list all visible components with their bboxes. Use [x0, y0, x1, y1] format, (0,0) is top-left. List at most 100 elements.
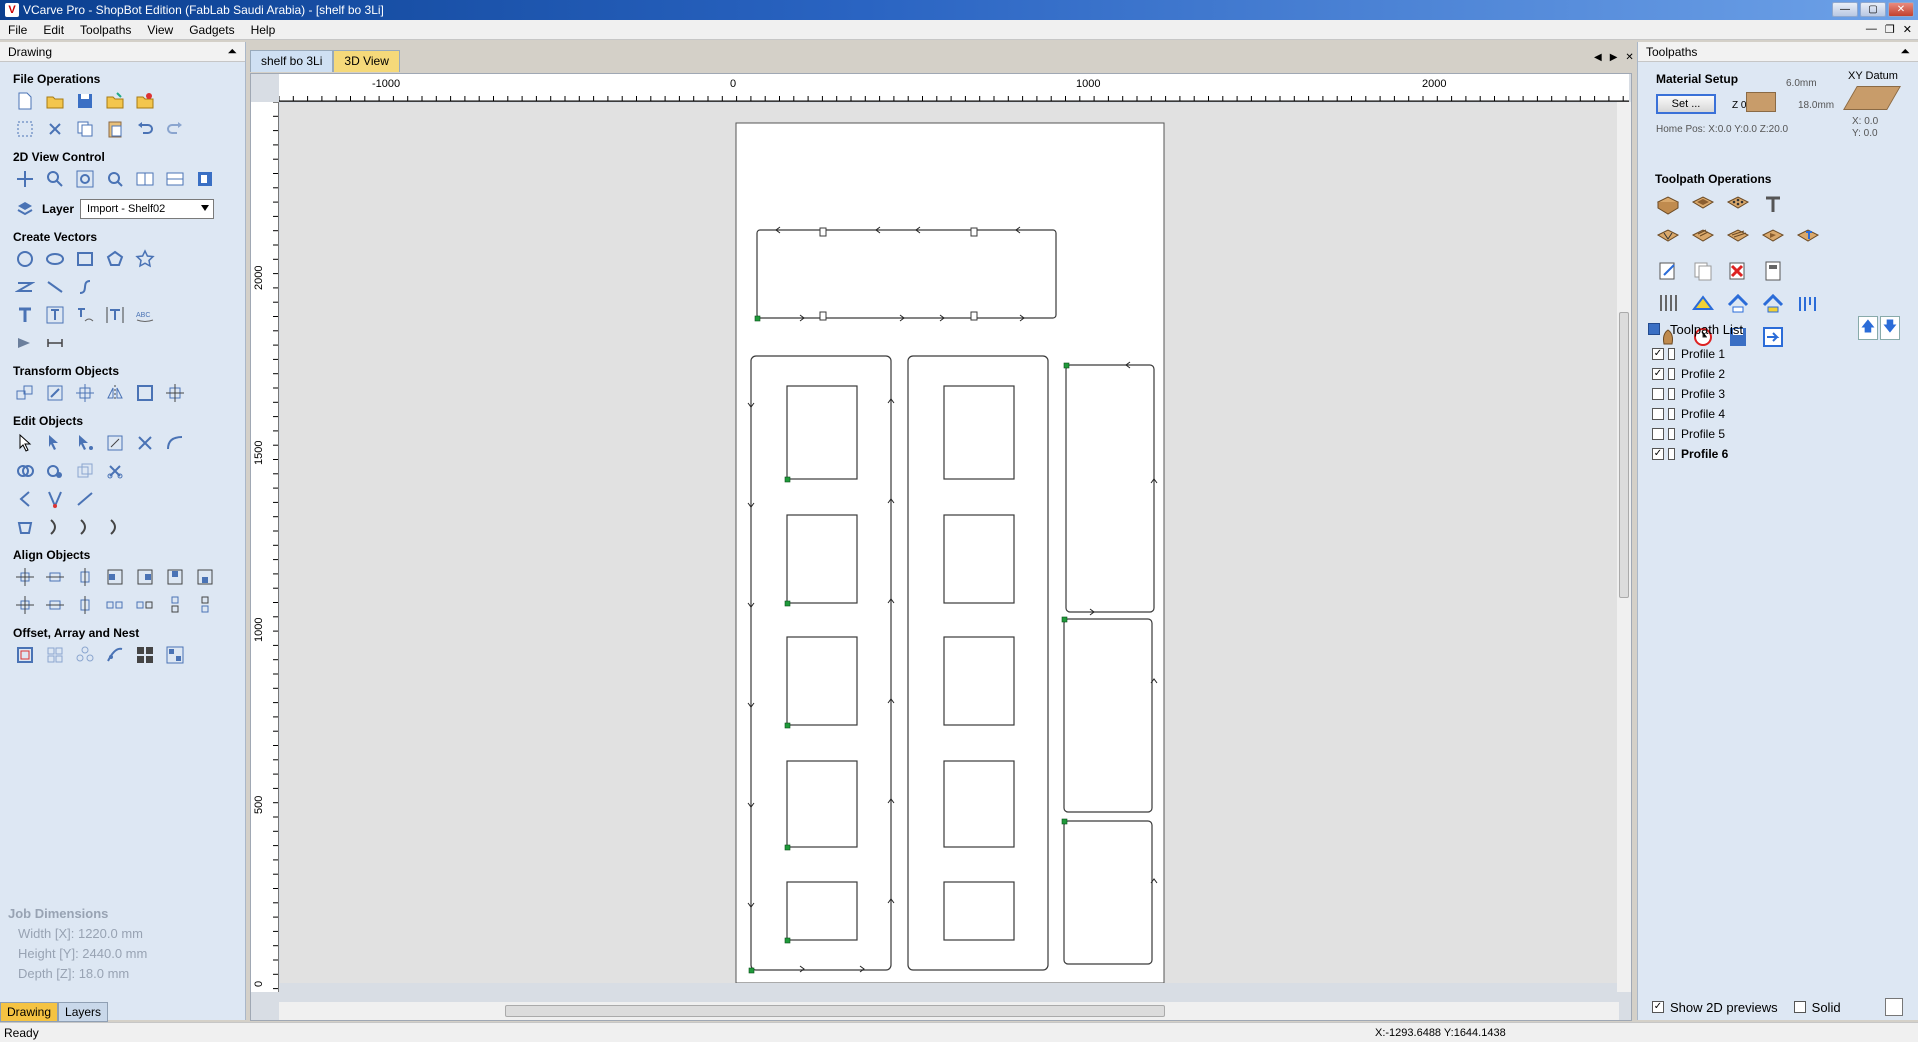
circular-array-icon[interactable] — [74, 644, 96, 666]
distribute-bottom-icon[interactable] — [194, 594, 216, 616]
smooth-curve-icon[interactable] — [74, 488, 96, 510]
line-icon[interactable] — [44, 276, 66, 298]
fillet-icon[interactable] — [164, 432, 186, 454]
tab-drawing[interactable]: Drawing — [0, 1002, 59, 1022]
import-vectors-icon[interactable] — [104, 90, 126, 112]
toolpath-visibility-checkbox[interactable] — [1652, 428, 1664, 440]
delete-toolpath-icon[interactable] — [1724, 258, 1752, 284]
inlay-toolpath-icon[interactable] — [1759, 225, 1787, 251]
select-all-icon[interactable] — [14, 118, 36, 140]
drawing-canvas[interactable] — [280, 103, 1618, 983]
offset-icon[interactable] — [14, 644, 36, 666]
vertical-scrollbar[interactable] — [1617, 102, 1631, 992]
toolpath-visibility-checkbox[interactable]: ✓ — [1652, 348, 1664, 360]
horizontal-scrollbar[interactable] — [279, 1002, 1619, 1020]
view-3d-icon[interactable] — [194, 168, 216, 190]
shelf-drawing[interactable] — [280, 103, 1618, 983]
toolpath-visibility-checkbox[interactable]: ✓ — [1652, 448, 1664, 460]
menu-view[interactable]: View — [139, 23, 181, 37]
toolpath-item[interactable]: Profile 3 — [1652, 384, 1910, 404]
weld-icon[interactable] — [14, 460, 36, 482]
ellipse-icon[interactable] — [44, 248, 66, 270]
menu-help[interactable]: Help — [243, 23, 284, 37]
mdi-minimize-button[interactable]: — — [1866, 23, 1877, 36]
doc-close-icon[interactable]: ✕ — [1625, 52, 1633, 63]
transform-select-icon[interactable] — [74, 432, 96, 454]
text-box-icon[interactable] — [44, 304, 66, 326]
polygon-icon[interactable] — [104, 248, 126, 270]
draw-bitmap-icon[interactable] — [14, 332, 36, 354]
align-vertical-center-icon[interactable] — [74, 566, 96, 588]
save-icon[interactable] — [74, 90, 96, 112]
toolpath-item[interactable]: ✓ Profile 6 — [1652, 444, 1910, 464]
tab-next-icon[interactable]: ▶ — [1610, 52, 1618, 63]
quick-engrave-icon[interactable] — [1759, 192, 1787, 218]
toolpath-visibility-checkbox[interactable] — [1652, 388, 1664, 400]
pan-icon[interactable] — [14, 168, 36, 190]
template-toolpath-icon[interactable] — [1689, 291, 1717, 317]
scale-icon[interactable] — [44, 382, 66, 404]
rotate-icon[interactable] — [74, 382, 96, 404]
save-toolpath-template-icon[interactable] — [1759, 291, 1787, 317]
tool-order-icon[interactable] — [1794, 291, 1822, 317]
arc-icon[interactable] — [14, 488, 36, 510]
merge-toolpath-icon[interactable] — [1724, 291, 1752, 317]
edit-toolpath-icon[interactable] — [1654, 258, 1682, 284]
copy-along-vector-icon[interactable] — [104, 644, 126, 666]
delete-objects-icon[interactable] — [134, 432, 156, 454]
undo-icon[interactable] — [134, 118, 156, 140]
tab-3d-view[interactable]: 3D View — [333, 50, 400, 72]
distort-icon[interactable] — [134, 382, 156, 404]
offset-vector-icon[interactable] — [104, 516, 126, 538]
align-top-icon[interactable] — [164, 566, 186, 588]
material-set-button[interactable]: Set ... — [1656, 94, 1716, 114]
circle-icon[interactable] — [14, 248, 36, 270]
text-abc-icon[interactable]: ABC — [134, 304, 156, 326]
vertical-scroll-thumb[interactable] — [1619, 312, 1629, 598]
menu-gadgets[interactable]: Gadgets — [181, 23, 242, 37]
toolpath-item[interactable]: Profile 5 — [1652, 424, 1910, 444]
move-up-icon[interactable]: 🡅 — [1858, 316, 1878, 340]
nest-parts-icon[interactable] — [134, 644, 156, 666]
polyline-icon[interactable] — [14, 276, 36, 298]
move-down-icon[interactable]: 🡇 — [1880, 316, 1900, 340]
horizontal-scroll-thumb[interactable] — [505, 1005, 1165, 1017]
copy-toolpath-icon[interactable] — [1689, 258, 1717, 284]
tool-database-icon[interactable] — [1654, 291, 1682, 317]
toolpath-item[interactable]: Profile 4 — [1652, 404, 1910, 424]
distribute-right-icon[interactable] — [134, 594, 156, 616]
distribute-left-icon[interactable] — [104, 594, 126, 616]
tab-shelf-drawing[interactable]: shelf bo 3Li — [250, 50, 334, 72]
close-vectors-icon[interactable] — [14, 516, 36, 538]
new-file-icon[interactable] — [14, 90, 36, 112]
solid-checkbox[interactable] — [1793, 1001, 1806, 1013]
xy-datum-icon[interactable] — [1843, 86, 1901, 110]
subtract-icon[interactable] — [44, 460, 66, 482]
move-icon[interactable] — [14, 382, 36, 404]
align-left-icon[interactable] — [104, 566, 126, 588]
show-2d-previews-checkbox[interactable]: ✓ — [1652, 1001, 1664, 1013]
close-button[interactable]: ✕ — [1888, 2, 1914, 17]
profile-toolpath-icon[interactable] — [1654, 192, 1682, 218]
view-toggle-icon[interactable] — [164, 168, 186, 190]
drawing-area[interactable]: -1000 0 1000 2000 2000 1500 1000 500 0 — [250, 73, 1632, 1021]
mdi-close-button[interactable]: ✕ — [1903, 23, 1912, 36]
toolpath-visibility-checkbox[interactable] — [1652, 408, 1664, 420]
paste-icon[interactable] — [104, 118, 126, 140]
view-layout-icon[interactable] — [134, 168, 156, 190]
text-on-curve-icon[interactable] — [74, 304, 96, 326]
tab-layers[interactable]: Layers — [58, 1002, 109, 1022]
dimension-icon[interactable] — [44, 332, 66, 354]
zoom-extents-icon[interactable] — [74, 168, 96, 190]
interactive-trim-icon[interactable] — [104, 432, 126, 454]
prism-carve-icon[interactable] — [1724, 225, 1752, 251]
open-file-icon[interactable] — [44, 90, 66, 112]
menu-edit[interactable]: Edit — [35, 23, 72, 37]
align-center-icon[interactable] — [164, 382, 186, 404]
node-edit-icon[interactable] — [44, 432, 66, 454]
toolpath-summary-icon[interactable] — [1884, 998, 1903, 1016]
align-v-material-icon[interactable] — [74, 594, 96, 616]
toolpath-visibility-checkbox[interactable]: ✓ — [1652, 368, 1664, 380]
pin-icon[interactable]: ⏶ — [227, 44, 237, 59]
join-vectors-icon[interactable] — [44, 516, 66, 538]
